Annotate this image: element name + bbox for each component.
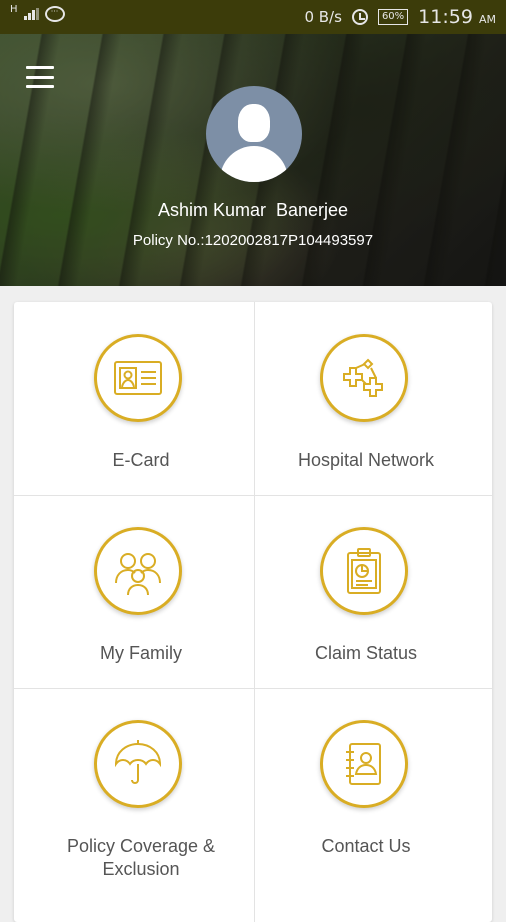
profile-header: Ashim Kumar Banerjee Policy No.:12020028… [0,34,506,286]
status-bar: H ··· 0 B/s 60% 11:59 AM [0,0,506,34]
tile-label: E-Card [112,450,170,470]
signal-icon [23,8,39,20]
tile-policy-coverage[interactable]: Policy Coverage & Exclusion [14,688,254,881]
tile-label: Hospital Network [297,450,435,470]
medical-network-icon [320,334,408,422]
tile-label: Claim Status [314,643,418,663]
status-left: H ··· [10,3,65,22]
policy-number: Policy No.:1202002817P104493597 [132,232,374,249]
menu-grid: E-Card Hospital Network My Family Claim … [14,302,492,922]
tile-hospital-network[interactable]: Hospital Network [254,302,494,495]
tile-claim-status[interactable]: Claim Status [254,495,494,688]
tile-label: My Family [100,643,182,663]
tile-e-card[interactable]: E-Card [14,302,254,495]
contact-book-icon [320,720,408,808]
clock-time: 11:59 [418,6,473,28]
clipboard-chart-icon [320,527,408,615]
family-icon [94,527,182,615]
clock-ampm: AM [478,13,496,26]
alarm-icon [351,9,368,25]
hamburger-menu-icon[interactable] [26,66,54,88]
user-name: Ashim Kumar Banerjee [157,200,349,220]
tile-label: Policy Coverage & Exclusion [66,836,216,879]
chat-notification-icon: ··· [44,6,65,22]
clock: 11:59 AM [418,6,496,28]
umbrella-icon [94,720,182,808]
avatar[interactable] [206,86,302,182]
status-right: 0 B/s 60% 11:59 AM [304,6,496,28]
id-card-icon [94,334,182,422]
tile-label: Contact Us [321,836,411,856]
tile-contact-us[interactable]: Contact Us [254,688,494,881]
network-speed: 0 B/s [304,8,342,26]
network-type: H [10,3,18,15]
battery-indicator: 60% [377,9,409,25]
tile-my-family[interactable]: My Family [14,495,254,688]
